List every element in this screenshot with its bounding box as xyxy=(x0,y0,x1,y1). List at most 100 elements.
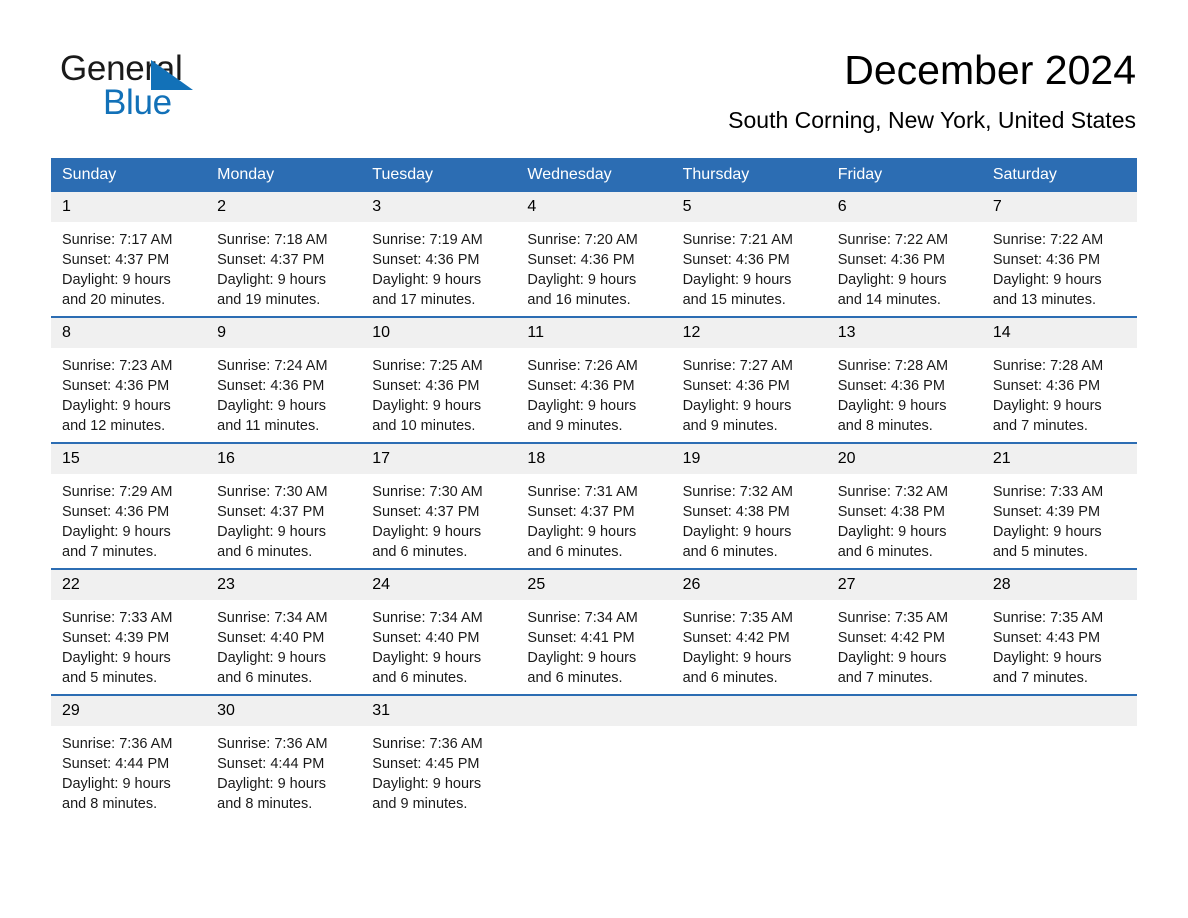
sunrise-time: Sunrise: 7:28 AM xyxy=(992,358,1104,374)
daylight-duration-line2: and 9 minutes. xyxy=(682,418,778,434)
day-number: 21 xyxy=(981,444,1137,474)
day-details: Sunrise: 7:21 AM Sunset: 4:36 PM Daylight:… xyxy=(672,222,827,316)
sunrise-time: Sunrise: 7:29 AM xyxy=(62,484,173,500)
calendar-day-cell[interactable]: 31 Sunrise: 7:36 AM Sunset: 4:45 PM Dayligh… xyxy=(361,694,517,820)
calendar-day-cell[interactable]: 28 Sunrise: 7:35 AM Sunset: 4:43 PM Dayligh… xyxy=(981,568,1137,695)
sunset-time: Sunset: 4:43 PM xyxy=(992,630,1101,646)
daylight-duration-line2: and 8 minutes. xyxy=(62,796,158,812)
day-details: Sunrise: 7:30 AM Sunset: 4:37 PM Daylight:… xyxy=(361,474,516,568)
daylight-duration-line1: Daylight: 9 hours xyxy=(837,272,947,288)
day-number: 31 xyxy=(361,696,517,726)
calendar-day-cell[interactable]: 16 Sunrise: 7:30 AM Sunset: 4:37 PM Dayligh… xyxy=(206,442,362,569)
calendar-day-cell[interactable]: 5 Sunrise: 7:21 AM Sunset: 4:36 PM Daylight… xyxy=(671,192,827,317)
daylight-duration-line1: Daylight: 9 hours xyxy=(62,650,171,666)
weekday-header-friday: Friday xyxy=(826,158,982,192)
calendar-day-cell[interactable]: 6 Sunrise: 7:22 AM Sunset: 4:36 PM Daylight… xyxy=(826,192,982,317)
calendar-day-cell[interactable]: 27 Sunrise: 7:35 AM Sunset: 4:42 PM Dayligh… xyxy=(826,568,982,695)
day-details: Sunrise: 7:27 AM Sunset: 4:36 PM Daylight:… xyxy=(672,348,827,442)
calendar-day-cell[interactable]: 19 Sunrise: 7:32 AM Sunset: 4:38 PM Dayligh… xyxy=(671,442,827,569)
calendar-day-cell[interactable]: 9 Sunrise: 7:24 AM Sunset: 4:36 PM Daylight… xyxy=(206,316,362,443)
calendar-day-cell[interactable]: 13 Sunrise: 7:28 AM Sunset: 4:36 PM Dayligh… xyxy=(826,316,982,443)
sunset-time: Sunset: 4:36 PM xyxy=(682,378,790,394)
sunset-time: Sunset: 4:36 PM xyxy=(992,378,1101,394)
day-details: Sunrise: 7:24 AM Sunset: 4:36 PM Daylight:… xyxy=(206,348,361,442)
day-number: 8 xyxy=(51,318,207,348)
calendar-day-cell[interactable]: 8 Sunrise: 7:23 AM Sunset: 4:36 PM Daylight… xyxy=(51,316,207,443)
daylight-duration-line2: and 6 minutes. xyxy=(217,544,313,560)
daylight-duration-line2: and 7 minutes. xyxy=(837,670,933,686)
sunrise-time: Sunrise: 7:28 AM xyxy=(837,358,949,374)
daylight-duration-line1: Daylight: 9 hours xyxy=(62,776,171,792)
calendar-day-cell[interactable]: 24 Sunrise: 7:34 AM Sunset: 4:40 PM Dayligh… xyxy=(361,568,517,695)
sunset-time: Sunset: 4:36 PM xyxy=(527,252,635,268)
calendar-day-cell-empty xyxy=(981,694,1137,820)
day-details: Sunrise: 7:19 AM Sunset: 4:36 PM Daylight:… xyxy=(361,222,516,316)
daylight-duration-line1: Daylight: 9 hours xyxy=(837,650,947,666)
calendar-day-cell[interactable]: 4 Sunrise: 7:20 AM Sunset: 4:36 PM Daylight… xyxy=(516,192,672,317)
day-details: Sunrise: 7:18 AM Sunset: 4:37 PM Daylight:… xyxy=(206,222,361,316)
calendar-day-cell[interactable]: 14 Sunrise: 7:28 AM Sunset: 4:36 PM Dayligh… xyxy=(981,316,1137,443)
sunset-time: Sunset: 4:38 PM xyxy=(682,504,790,520)
calendar-day-cell[interactable]: 10 Sunrise: 7:25 AM Sunset: 4:36 PM Dayligh… xyxy=(361,316,517,443)
sunrise-time: Sunrise: 7:22 AM xyxy=(837,232,949,248)
generalblue-logo[interactable]: General Blue xyxy=(60,50,360,130)
daylight-duration-line2: and 9 minutes. xyxy=(372,796,468,812)
calendar-day-cell[interactable]: 18 Sunrise: 7:31 AM Sunset: 4:37 PM Dayligh… xyxy=(516,442,672,569)
daylight-duration-line1: Daylight: 9 hours xyxy=(992,272,1102,288)
daylight-duration-line2: and 9 minutes. xyxy=(527,418,623,434)
title-block: December 2024 South Corning, New York, U… xyxy=(728,46,1136,134)
sunset-time: Sunset: 4:41 PM xyxy=(527,630,635,646)
day-number: 9 xyxy=(206,318,362,348)
sunset-time: Sunset: 4:37 PM xyxy=(527,504,635,520)
daylight-duration-line2: and 7 minutes. xyxy=(62,544,158,560)
sunrise-time: Sunrise: 7:21 AM xyxy=(682,232,793,248)
calendar-day-cell[interactable]: 11 Sunrise: 7:26 AM Sunset: 4:36 PM Dayligh… xyxy=(516,316,672,443)
day-number: 3 xyxy=(361,192,517,222)
calendar-body: 1 Sunrise: 7:17 AM Sunset: 4:37 PM Daylight… xyxy=(51,192,1137,820)
day-details: Sunrise: 7:34 AM Sunset: 4:40 PM Daylight:… xyxy=(361,600,516,694)
calendar-day-cell[interactable]: 20 Sunrise: 7:32 AM Sunset: 4:38 PM Dayligh… xyxy=(826,442,982,569)
sunset-time: Sunset: 4:37 PM xyxy=(62,252,170,268)
sunrise-time: Sunrise: 7:24 AM xyxy=(217,358,328,374)
day-details: Sunrise: 7:26 AM Sunset: 4:36 PM Daylight:… xyxy=(516,348,671,442)
daylight-duration-line2: and 7 minutes. xyxy=(992,418,1088,434)
day-details: Sunrise: 7:36 AM Sunset: 4:45 PM Daylight:… xyxy=(361,726,516,820)
daylight-duration-line1: Daylight: 9 hours xyxy=(527,398,637,414)
calendar-day-cell[interactable]: 1 Sunrise: 7:17 AM Sunset: 4:37 PM Daylight… xyxy=(51,192,207,317)
daylight-duration-line1: Daylight: 9 hours xyxy=(62,272,171,288)
sunset-time: Sunset: 4:39 PM xyxy=(992,504,1101,520)
sunrise-time: Sunrise: 7:32 AM xyxy=(682,484,793,500)
sunset-time: Sunset: 4:36 PM xyxy=(837,378,945,394)
daylight-duration-line2: and 6 minutes. xyxy=(837,544,933,560)
calendar-day-cell[interactable]: 21 Sunrise: 7:33 AM Sunset: 4:39 PM Dayligh… xyxy=(981,442,1137,569)
day-details: Sunrise: 7:35 AM Sunset: 4:42 PM Daylight:… xyxy=(672,600,827,694)
day-details: Sunrise: 7:23 AM Sunset: 4:36 PM Daylight:… xyxy=(51,348,206,442)
calendar-day-cell[interactable]: 25 Sunrise: 7:34 AM Sunset: 4:41 PM Dayligh… xyxy=(516,568,672,695)
daylight-duration-line2: and 8 minutes. xyxy=(837,418,933,434)
day-number: 4 xyxy=(516,192,672,222)
calendar-day-cell[interactable]: 26 Sunrise: 7:35 AM Sunset: 4:42 PM Dayligh… xyxy=(671,568,827,695)
day-number: 29 xyxy=(51,696,207,726)
sunrise-time: Sunrise: 7:36 AM xyxy=(372,736,483,752)
sunset-time: Sunset: 4:39 PM xyxy=(62,630,170,646)
calendar-day-cell[interactable]: 15 Sunrise: 7:29 AM Sunset: 4:36 PM Dayligh… xyxy=(51,442,207,569)
calendar-day-cell[interactable]: 29 Sunrise: 7:36 AM Sunset: 4:44 PM Dayligh… xyxy=(51,694,207,820)
daylight-duration-line2: and 6 minutes. xyxy=(372,670,468,686)
calendar-week-row: 29 Sunrise: 7:36 AM Sunset: 4:44 PM Dayligh… xyxy=(51,694,1137,820)
calendar-day-cell[interactable]: 7 Sunrise: 7:22 AM Sunset: 4:36 PM Daylight… xyxy=(981,192,1137,317)
calendar-day-cell[interactable]: 2 Sunrise: 7:18 AM Sunset: 4:37 PM Daylight… xyxy=(206,192,362,317)
calendar-week-row: 8 Sunrise: 7:23 AM Sunset: 4:36 PM Daylight… xyxy=(51,316,1137,443)
calendar-day-cell[interactable]: 12 Sunrise: 7:27 AM Sunset: 4:36 PM Dayligh… xyxy=(671,316,827,443)
calendar-day-cell[interactable]: 3 Sunrise: 7:19 AM Sunset: 4:36 PM Daylight… xyxy=(361,192,517,317)
calendar-day-cell[interactable]: 22 Sunrise: 7:33 AM Sunset: 4:39 PM Dayligh… xyxy=(51,568,207,695)
calendar-day-cell[interactable]: 23 Sunrise: 7:34 AM Sunset: 4:40 PM Dayligh… xyxy=(206,568,362,695)
day-number: 28 xyxy=(981,570,1137,600)
calendar-day-cell[interactable]: 17 Sunrise: 7:30 AM Sunset: 4:37 PM Dayligh… xyxy=(361,442,517,569)
sunrise-time: Sunrise: 7:30 AM xyxy=(372,484,483,500)
daylight-duration-line1: Daylight: 9 hours xyxy=(837,398,947,414)
sunrise-time: Sunrise: 7:35 AM xyxy=(992,610,1104,626)
day-number: 17 xyxy=(361,444,517,474)
calendar-day-cell[interactable]: 30 Sunrise: 7:36 AM Sunset: 4:44 PM Dayligh… xyxy=(206,694,362,820)
daylight-duration-line1: Daylight: 9 hours xyxy=(217,650,326,666)
daylight-duration-line1: Daylight: 9 hours xyxy=(62,524,171,540)
